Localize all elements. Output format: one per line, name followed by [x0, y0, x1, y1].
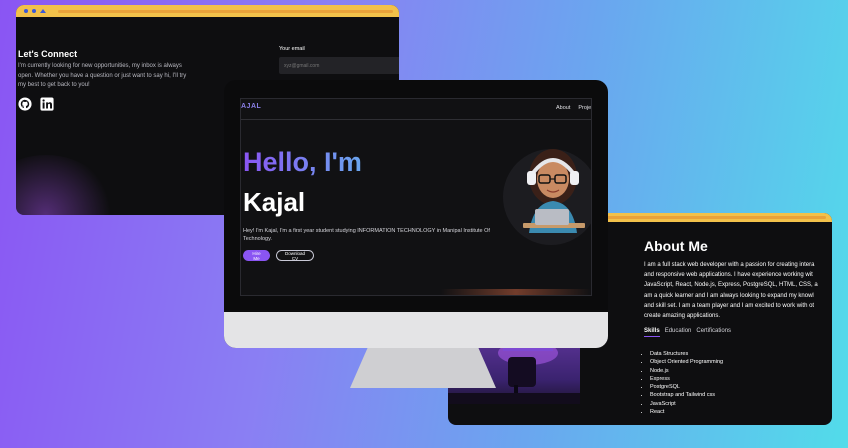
- window-dot: [32, 9, 36, 13]
- skill-item: Node.js: [650, 367, 723, 375]
- site-logo[interactable]: AJAL: [241, 103, 261, 110]
- about-line: and responsive web applications. I have …: [644, 272, 813, 279]
- tab-certifications[interactable]: Certifications: [696, 328, 731, 337]
- skill-item: Data Structures: [650, 350, 723, 358]
- hero-name: Kajal: [243, 187, 306, 217]
- desktop-monitor: AJAL About Proje Hello, I'm Kajal Hey! I…: [224, 80, 608, 348]
- hero-greeting: Hello, I'm: [243, 147, 362, 177]
- download-cv-button[interactable]: Download CV: [276, 250, 314, 261]
- about-line: JavaScript, React, Node.js, Express, Pos…: [644, 282, 818, 289]
- about-heading: About Me: [644, 238, 708, 254]
- skill-item: Object Oriented Programming: [650, 358, 723, 366]
- about-line: create amazing applications.: [644, 313, 721, 320]
- skill-item: PostgreSQL: [650, 383, 723, 391]
- nav-link-projects[interactable]: Proje: [578, 105, 591, 111]
- site-navbar: AJAL About Proje: [241, 99, 591, 120]
- tab-education[interactable]: Education: [665, 328, 692, 337]
- background-glow: [441, 289, 591, 295]
- email-label: Your email: [279, 46, 305, 52]
- tab-skills[interactable]: Skills: [644, 328, 660, 337]
- window-topbar: [16, 5, 399, 17]
- portfolio-screen: AJAL About Proje Hello, I'm Kajal Hey! I…: [240, 98, 592, 296]
- skill-item: Express: [650, 375, 723, 383]
- skill-item: Bootstrap and Tailwind css: [650, 391, 723, 399]
- skill-item: JavaScript: [650, 400, 723, 408]
- monitor-stand: [350, 348, 496, 388]
- monitor-chin: [224, 312, 608, 348]
- window-dot: [24, 9, 28, 13]
- nav-link-about[interactable]: About: [556, 105, 570, 111]
- nav-links: About Proje: [556, 105, 591, 111]
- hero-description: Hey! I'm Kajal, I'm a first year student…: [243, 228, 490, 242]
- about-tabs: Skills Education Certifications: [644, 328, 731, 337]
- email-input[interactable]: [279, 57, 399, 74]
- triangle-icon: [40, 9, 46, 13]
- skills-list: Data Structures Object Oriented Programm…: [640, 350, 723, 416]
- github-icon[interactable]: [18, 97, 32, 111]
- about-description: I am a full stack web developer with a p…: [644, 260, 832, 321]
- linkedin-icon[interactable]: [40, 97, 54, 111]
- hire-me-button[interactable]: Hire Me: [243, 250, 270, 261]
- url-bar: [58, 9, 393, 13]
- skill-item: React: [650, 408, 723, 416]
- contact-heading: Let's Connect: [18, 49, 78, 59]
- avatar: [523, 149, 585, 233]
- contact-description: I'm currently looking for new opportunit…: [18, 63, 187, 88]
- about-line: am a quick learner and I am always looki…: [644, 292, 814, 299]
- background-glow: [16, 155, 116, 215]
- about-line: I am a full stack web developer with a p…: [644, 262, 815, 268]
- about-line: and skill set. I am a team player and I …: [644, 302, 815, 309]
